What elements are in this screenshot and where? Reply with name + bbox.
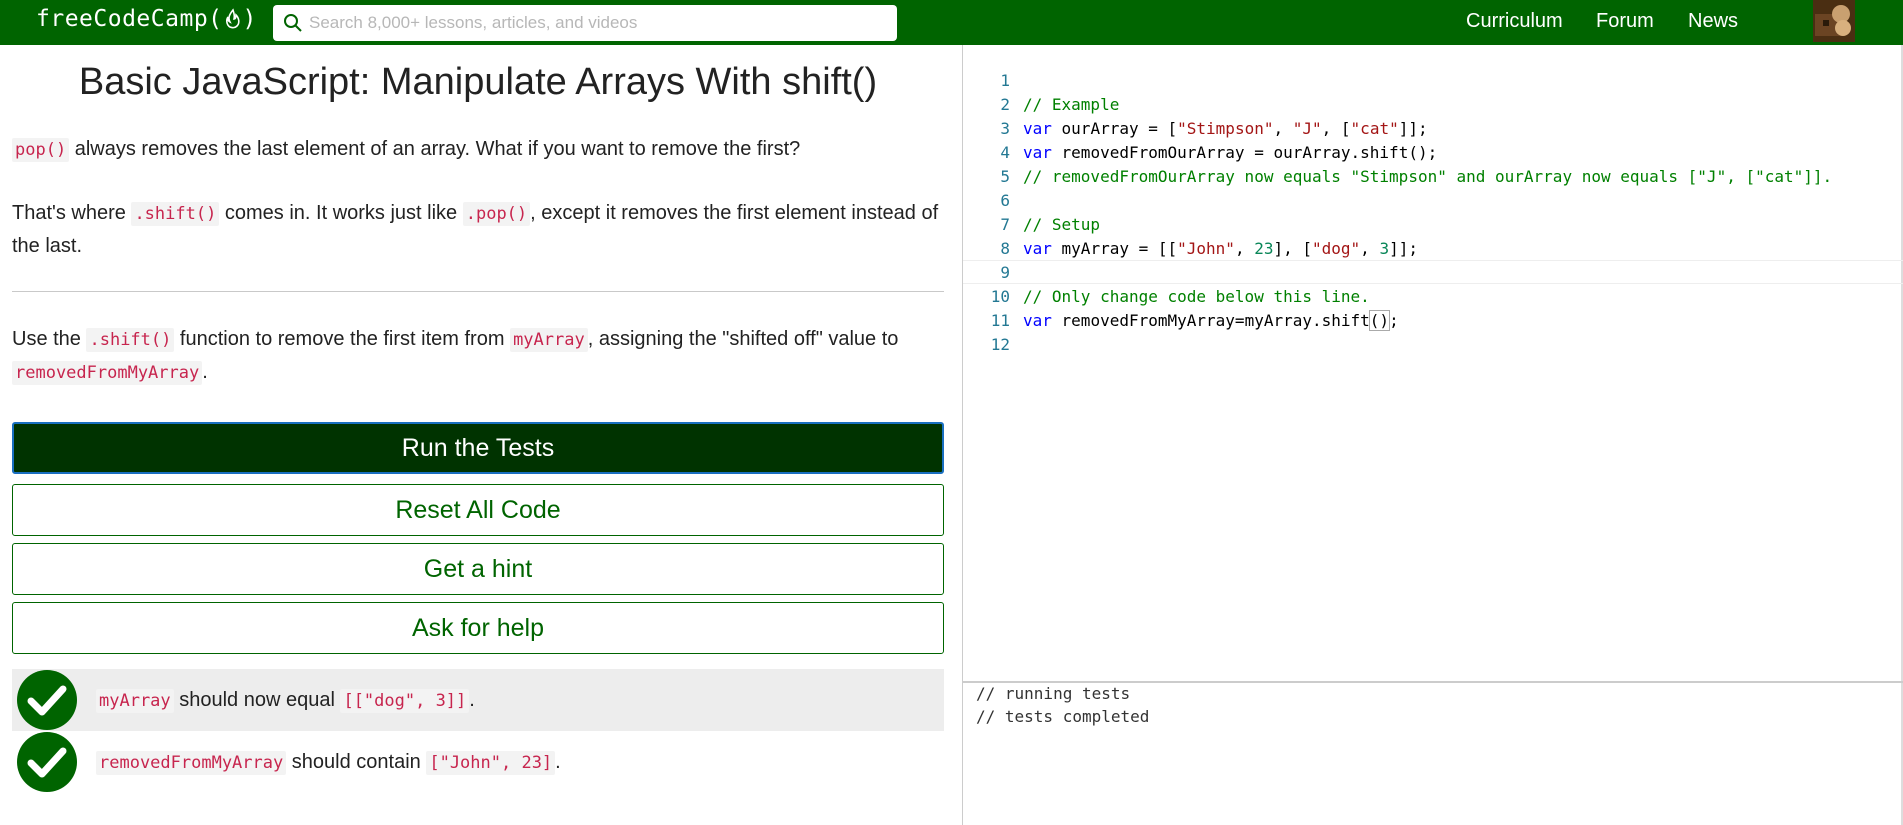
test-text: .	[555, 750, 561, 773]
search-box[interactable]	[273, 5, 897, 41]
instructions-paragraph: Use the .shift() function to remove the …	[12, 323, 942, 389]
run-tests-button[interactable]: Run the Tests	[12, 422, 944, 474]
code-line[interactable]: 6 // Setup	[963, 165, 1903, 234]
code-line-active[interactable]: 10 var removedFromMyArray=myArray.shift(…	[963, 260, 1903, 331]
logo-text-left: freeCodeCamp(	[36, 6, 223, 32]
search-icon	[284, 14, 302, 32]
avatar-image-icon	[1813, 0, 1855, 42]
test-result-row: myArray should now equal [["dog", 3]].	[12, 669, 944, 731]
inline-code: .shift()	[86, 328, 175, 352]
instructions-text: .	[202, 361, 208, 383]
code-line[interactable]: 8	[963, 213, 1903, 258]
inline-code: myArray	[510, 328, 588, 352]
code-editor[interactable]: 1 // Example 2 var ourArray = ["Stimpson…	[963, 45, 1903, 681]
ask-for-help-button[interactable]: Ask for help	[12, 602, 944, 654]
nav-link-forum[interactable]: Forum	[1596, 10, 1654, 33]
nav-link-news[interactable]: News	[1688, 10, 1738, 33]
description-paragraph-1: pop() always removes the last element of…	[12, 133, 942, 166]
code-line[interactable]: 7 var myArray = [["John", 23], ["dog", 3…	[963, 189, 1903, 258]
nav-link-curriculum[interactable]: Curriculum	[1466, 10, 1563, 33]
test-text: .	[469, 688, 475, 711]
test-description: myArray should now equal [["dog", 3]].	[96, 688, 475, 713]
inline-code: removedFromMyArray	[12, 361, 203, 385]
challenge-title: Basic JavaScript: Manipulate Arrays With…	[78, 61, 878, 103]
test-description: removedFromMyArray should contain ["John…	[96, 750, 561, 775]
search-input[interactable]	[309, 13, 869, 33]
inline-code: removedFromMyArray	[96, 750, 287, 775]
code-line[interactable]: 2 var ourArray = ["Stimpson", "J", ["cat…	[963, 69, 1903, 138]
code-line[interactable]: 4 // removedFromOurArray now equals "Sti…	[963, 117, 1903, 186]
logo-text-right: )	[242, 6, 257, 32]
challenge-panel: Basic JavaScript: Manipulate Arrays With…	[0, 45, 962, 825]
test-text: should contain	[286, 750, 427, 773]
instructions-text: , assigning the "shifted off" value to	[587, 328, 899, 350]
code-line[interactable]: 12	[963, 309, 1903, 354]
code-line[interactable]: 1 // Example	[963, 45, 1903, 114]
instructions-text: function to remove the first item from	[174, 328, 511, 350]
description-text: That's where	[12, 202, 132, 224]
user-avatar[interactable]	[1813, 0, 1855, 42]
code-line[interactable]: 9 // Only change code below this line.	[963, 237, 1903, 306]
instructions-text: Use the	[12, 328, 87, 350]
flame-icon	[225, 8, 240, 29]
check-circle-icon	[17, 732, 77, 792]
code-line[interactable]: 3 var removedFromOurArray = ourArray.shi…	[963, 93, 1903, 162]
inline-code: ["John", 23]	[426, 750, 556, 775]
console-line: // running tests	[976, 684, 1131, 703]
check-circle-icon	[17, 670, 77, 730]
get-hint-button[interactable]: Get a hint	[12, 543, 944, 595]
test-result-row: removedFromMyArray should contain ["John…	[12, 731, 944, 793]
inline-code: pop()	[12, 138, 70, 162]
output-console: // running tests // tests completed	[963, 683, 1903, 825]
code-line[interactable]: 5	[963, 141, 1903, 186]
inline-code: [["dog", 3]]	[340, 688, 470, 713]
description-text: comes in. It works just like	[219, 202, 463, 224]
inline-code: .pop()	[462, 202, 531, 226]
description-text: always removes the last element of an ar…	[69, 138, 801, 160]
description-paragraph-2: That's where .shift() comes in. It works…	[12, 197, 942, 262]
reset-code-button[interactable]: Reset All Code	[12, 484, 944, 536]
fcc-logo[interactable]: freeCodeCamp( )	[36, 6, 257, 32]
top-navbar: freeCodeCamp( ) Curriculum Forum News	[0, 0, 1903, 45]
inline-code: .shift()	[131, 202, 220, 226]
code-line[interactable]: 11	[963, 285, 1903, 330]
test-text: should now equal	[173, 688, 341, 711]
inline-code: myArray	[96, 688, 174, 713]
line-number: 12	[990, 335, 1010, 354]
divider	[12, 291, 944, 292]
console-line: // tests completed	[976, 707, 1150, 726]
